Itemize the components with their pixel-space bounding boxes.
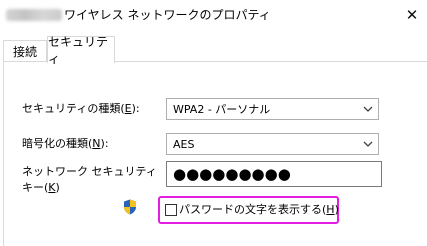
network-key-masked-value: ●●●●●●●●● bbox=[173, 165, 291, 183]
tab-security-label: セキュリティ bbox=[48, 35, 109, 66]
uac-shield-icon bbox=[124, 199, 136, 215]
encryption-type-label: 暗号化の種類(N): bbox=[22, 137, 109, 150]
show-characters-checkbox[interactable] bbox=[165, 204, 177, 216]
tab-connection[interactable]: 接続 bbox=[3, 40, 47, 62]
network-key-input[interactable]: ●●●●●●●●● bbox=[166, 161, 382, 187]
chevron-down-icon bbox=[363, 106, 373, 112]
window-title: ワイヤレス ネットワークのプロパティ bbox=[64, 8, 271, 22]
security-type-value: WPA2 - パーソナル bbox=[173, 103, 271, 116]
tab-connection-label: 接続 bbox=[12, 45, 37, 59]
chevron-down-icon bbox=[363, 141, 373, 147]
security-type-label: セキュリティの種類(E): bbox=[22, 102, 140, 115]
show-characters-label[interactable]: パスワードの文字を表示する(H) bbox=[179, 202, 339, 218]
security-type-select[interactable]: WPA2 - パーソナル bbox=[166, 98, 379, 120]
close-icon: ✕ bbox=[405, 6, 419, 24]
title-bar: ワイヤレス ネットワークのプロパティ ✕ bbox=[0, 0, 427, 30]
close-button[interactable]: ✕ bbox=[397, 0, 427, 30]
network-key-label-line1: ネットワーク セキュリティ bbox=[22, 165, 157, 178]
encryption-type-select[interactable]: AES bbox=[166, 133, 379, 155]
redacted-network-name bbox=[6, 9, 62, 21]
encryption-type-value: AES bbox=[173, 137, 195, 151]
tab-security[interactable]: セキュリティ bbox=[47, 35, 115, 66]
network-key-label-line2: キー(K) bbox=[22, 181, 60, 194]
tab-strip: 接続 セキュリティ bbox=[0, 30, 427, 66]
